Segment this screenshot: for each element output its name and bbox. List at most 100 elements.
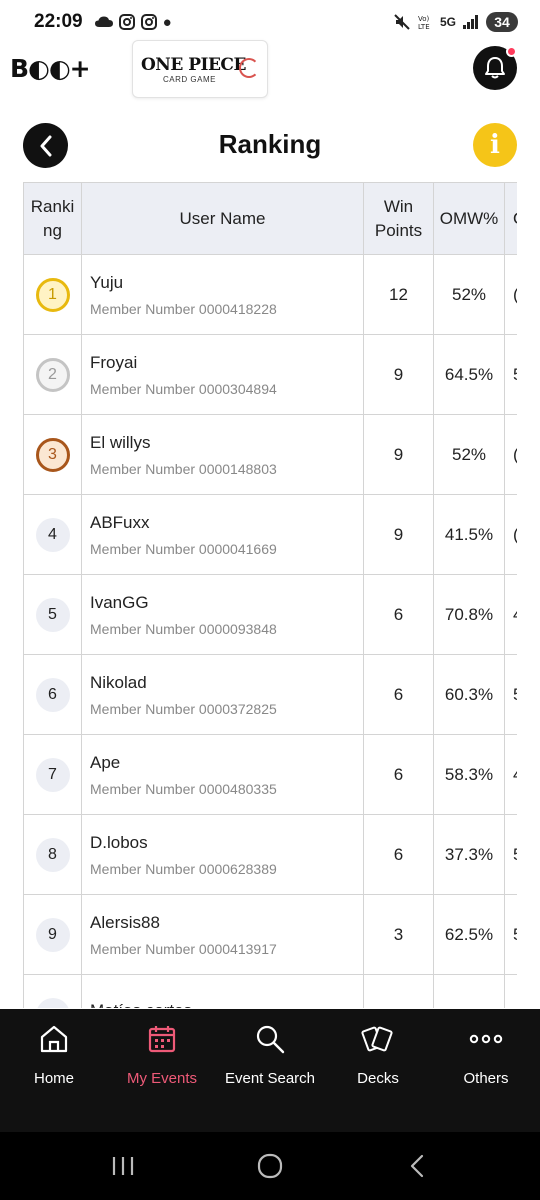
user-name: Froyai	[90, 352, 138, 372]
rank-badge: 2	[35, 357, 70, 392]
rank-badge: 6	[35, 677, 70, 712]
brand-logo[interactable]: B◐◐+	[10, 54, 91, 83]
member-number: Member Number 0000148803	[90, 460, 277, 477]
nav-home[interactable]: Home	[0, 1009, 108, 1132]
status-time: 22:09	[34, 11, 83, 32]
omw-cell: 50%	[433, 974, 505, 1008]
instagram-icon	[118, 14, 135, 30]
win-points-cell: 3	[363, 894, 434, 975]
notifications-button[interactable]	[473, 46, 517, 90]
rank-badge: 9	[35, 917, 70, 952]
nav-home-label: Home	[33, 1070, 74, 1087]
extra-cell: (	[504, 974, 517, 1008]
home-icon	[40, 1025, 68, 1053]
bell-icon	[485, 57, 505, 79]
rank-badge: 4	[35, 517, 70, 552]
table-row[interactable]: 9 Alersis88 Member Number 0000413917 3 62.5%…	[23, 894, 517, 975]
recents-icon	[113, 1157, 134, 1175]
back-chevron-icon	[410, 1154, 423, 1178]
nav-event-search[interactable]: Event Search	[216, 1009, 324, 1132]
omw-cell: 70.8%	[433, 574, 505, 655]
recents-button[interactable]	[98, 1146, 148, 1186]
rank-badge: 5	[35, 597, 70, 632]
member-number: Member Number 0000628389	[90, 860, 277, 877]
table-row[interactable]: 1 Yuju Member Number 0000418228 1252%(	[23, 254, 517, 335]
table-row[interactable]: 2 Froyai Member Number 0000304894 964.5%5	[23, 334, 517, 415]
nav-others-label: Others	[463, 1070, 509, 1087]
user-name: D.lobos	[90, 832, 148, 852]
win-points-cell: 6	[363, 654, 434, 735]
omw-cell: 37.3%	[433, 814, 505, 895]
table-row[interactable]: 10 Matías cortes350%(	[23, 974, 517, 1008]
rank-cell: 3	[23, 414, 82, 495]
notification-dot	[506, 46, 517, 57]
instagram-icon	[140, 14, 157, 30]
more-icon	[469, 1034, 503, 1044]
table-row[interactable]: 8 D.lobos Member Number 0000628389 637.3%5	[23, 814, 517, 895]
member-number: Member Number 0000413917	[90, 940, 277, 957]
win-points-cell: 9	[363, 414, 434, 495]
rank-badge: 8	[35, 837, 70, 872]
rank-cell: 1	[23, 254, 82, 335]
extra-cell: 5	[504, 334, 517, 415]
info-button[interactable]: i	[473, 123, 517, 167]
extra-cell: 5	[504, 814, 517, 895]
rank-cell: 5	[23, 574, 82, 655]
win-points-cell: 6	[363, 814, 434, 895]
home-system-button[interactable]	[245, 1146, 295, 1186]
table-row[interactable]: 5 IvanGG Member Number 0000093848 670.8%4	[23, 574, 517, 655]
search-icon	[256, 1025, 285, 1054]
user-name: Yuju	[90, 272, 124, 292]
omw-cell: 62.5%	[433, 894, 505, 975]
nav-decks[interactable]: Decks	[324, 1009, 432, 1132]
member-number: Member Number 0000041669	[90, 540, 277, 557]
table-row[interactable]: 6NikoladMember Number 0000372825660.3%5	[23, 654, 517, 735]
member-number: Member Number 0000304894	[90, 380, 277, 397]
member-number: Member Number 0000093848	[90, 620, 277, 637]
nav-my-events[interactable]: My Events	[108, 1009, 216, 1132]
signal-icon	[463, 15, 478, 29]
user-name: Alersis88	[90, 912, 160, 932]
user-name: ABFuxx	[90, 512, 150, 532]
table-row[interactable]: 4 ABFuxx Member Number 0000041669 941.5%(	[23, 494, 517, 575]
bottom-nav: Home My Events Event Search Decks Others	[0, 1009, 540, 1132]
home-circle-icon	[257, 1153, 283, 1179]
extra-cell: (	[504, 494, 517, 575]
win-points-cell: 9	[363, 494, 434, 575]
nav-others[interactable]: Others	[432, 1009, 540, 1132]
extra-cell: (	[504, 254, 517, 335]
win-points-cell: 6	[363, 574, 434, 655]
user-cell: Matías cortes	[81, 974, 364, 1008]
page-title: Ranking	[218, 129, 322, 159]
user-cell: El willys Member Number 0000148803	[81, 414, 364, 495]
win-points-cell: 3	[363, 974, 434, 1008]
game-logo[interactable]: ONE PIECE CARD GAME	[132, 40, 268, 98]
dot-icon: ●	[162, 13, 172, 31]
ranking-table-container[interactable]: Ranking User Name WinPoints OMW% O 1 Yuju…	[23, 182, 517, 1008]
win-points-cell: 6	[363, 734, 434, 815]
ranking-table: Ranking User Name WinPoints OMW% O 1 Yuju…	[23, 182, 517, 1008]
calendar-icon	[148, 1026, 176, 1053]
win-points-cell: 9	[363, 334, 434, 415]
member-number: Member Number 0000418228	[90, 300, 277, 317]
rank-badge: 1	[35, 277, 70, 312]
table-row[interactable]: 3 El willys Member Number 0000148803 952%(	[23, 414, 517, 495]
user-cell: Nikolad Member Number 0000372825	[81, 654, 364, 735]
info-icon: i	[490, 130, 500, 160]
battery-indicator: 34	[486, 12, 518, 32]
user-cell: Alersis88 Member Number 0000413917	[81, 894, 364, 975]
omw-cell: 52%	[433, 414, 505, 495]
nav-event-search-label: Event Search	[224, 1070, 316, 1087]
back-system-button[interactable]	[392, 1146, 442, 1186]
rank-badge: 10	[35, 997, 70, 1008]
member-number: Member Number 0000372825	[90, 700, 277, 717]
table-row[interactable]: 7 Ape Member Number 0000480335 658.3%4	[23, 734, 517, 815]
header-extra: O	[504, 182, 517, 255]
svg-text:LTE: LTE	[418, 23, 430, 30]
omw-cell: 52%	[433, 254, 505, 335]
rank-badge: 7	[35, 757, 70, 792]
table-header-row: Ranking User Name WinPoints OMW% O	[23, 182, 517, 255]
win-points-cell: 12	[363, 254, 434, 335]
rank-cell: 4	[23, 494, 82, 575]
user-name: Ape	[90, 752, 121, 772]
